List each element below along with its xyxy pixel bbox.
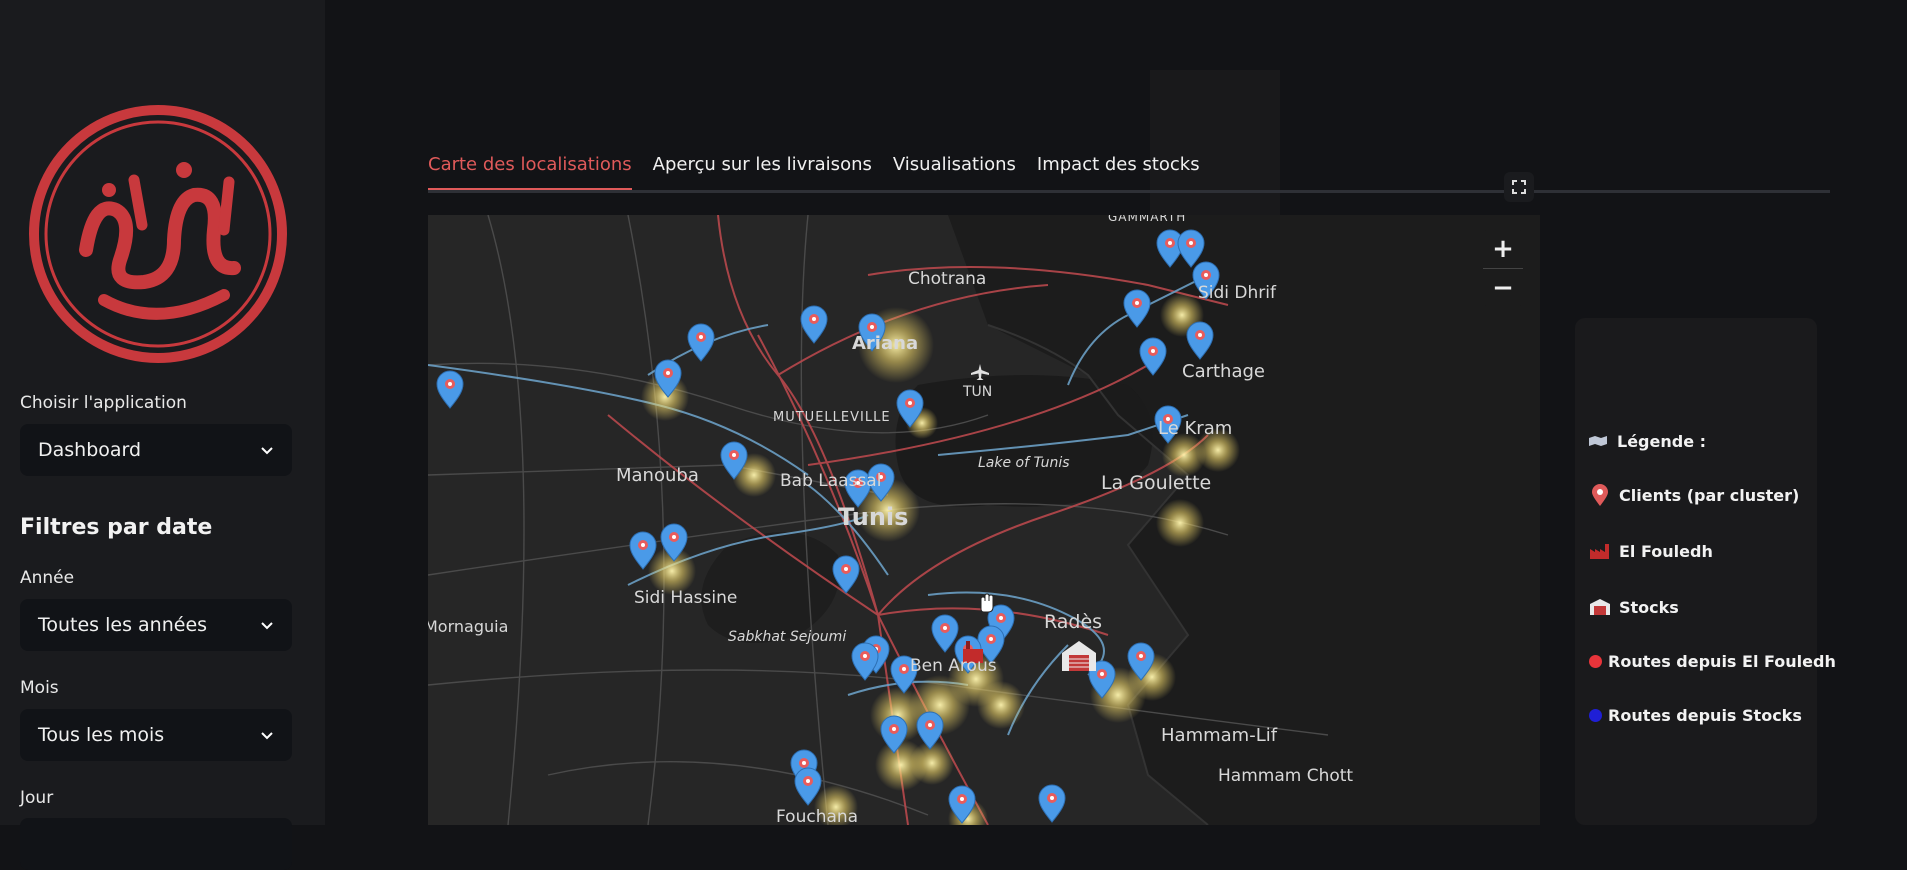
map-label-mornaguia: Mornaguia [428,617,508,636]
client-marker-icon [1589,484,1611,506]
map-label-ben-arous: Ben Arous [910,656,997,676]
map-label-hammam-lif: Hammam-Lif [1161,725,1278,746]
fullscreen-button[interactable] [1504,172,1534,202]
fullscreen-icon [1512,180,1526,194]
map-legend: Légende : Clients (par cluster) El Foule… [1575,318,1836,825]
tab-visualisations[interactable]: Visualisations [893,150,1016,194]
map-label-carthage: Carthage [1182,361,1265,382]
app-select-label: Choisir l'application [20,393,187,413]
month-select-value: Tous les mois [38,724,165,746]
map-label-kram: Le Kram [1158,418,1232,439]
tab-impact-stocks[interactable]: Impact des stocks [1037,150,1200,194]
day-select[interactable] [20,818,292,870]
map-label-manouba: Manouba [616,465,699,486]
legend-item-stocks: Stocks [1589,596,1679,618]
tab-carte-localisations[interactable]: Carte des localisations [428,150,632,194]
tab-apercu-livraisons[interactable]: Aperçu sur les livraisons [653,150,872,194]
map-label-bab-laassal: Bab Laassal [780,471,881,491]
chevron-down-icon [261,732,273,740]
zoom-out-button[interactable]: − [1483,269,1523,306]
legend-item-clients: Clients (par cluster) [1589,484,1799,506]
legend-label-el-fouledh: El Fouledh [1619,541,1713,561]
map-label-lake-of-tunis: Lake of Tunis [978,455,1070,471]
zoom-in-button[interactable]: + [1483,230,1523,269]
map-label-mutuelleville: MUTUELLEVILLE [773,410,891,425]
zoom-controls: + − [1483,230,1523,306]
legend-label-stocks: Stocks [1619,597,1679,617]
world-map-icon [1587,430,1609,452]
legend-item-el-fouledh: El Fouledh [1589,540,1713,562]
factory-icon [1589,540,1611,562]
map-label-hammam-chott: Hammam Chott [1218,766,1353,786]
legend-item-routes-fouledh: Routes depuis El Fouledh [1589,652,1836,671]
warehouse-icon [1589,596,1611,618]
tab-bar: Carte des localisations Aperçu sur les l… [428,150,1200,194]
el-fouledh-logo [29,105,287,363]
map-label-gammarth: GAMMARTH [1108,215,1186,224]
day-select-label: Jour [20,788,54,808]
year-select[interactable]: Toutes les années [20,599,292,651]
legend-label-routes-fouledh: Routes depuis El Fouledh [1608,652,1836,671]
map-label-chotrana: Chotrana [908,269,986,289]
legend-label-clients: Clients (par cluster) [1619,485,1800,505]
sidebar: Choisir l'application Dashboard Filtres … [0,0,325,870]
red-route-dot [1589,655,1602,668]
blue-route-dot [1589,709,1602,722]
month-select[interactable]: Tous les mois [20,709,292,761]
map-label-tun: TUN [962,384,992,400]
map-label-la-goulette: La Goulette [1101,472,1211,494]
legend-title: Légende : [1587,430,1706,452]
year-select-value: Toutes les années [38,614,208,636]
map-label-tunis: Tunis [838,503,908,531]
chevron-down-icon [261,447,273,455]
hand-cursor-icon [980,593,994,613]
map-label-ariana: Ariana [852,333,918,354]
tab-underline-track [428,190,1830,193]
filters-heading: Filtres par date [20,515,213,540]
map-label-sidi-dhrif: Sidi Dhrif [1198,283,1277,303]
legend-item-routes-stocks: Routes depuis Stocks [1589,706,1802,725]
app-select[interactable]: Dashboard [20,424,292,476]
legend-label-routes-stocks: Routes depuis Stocks [1608,706,1802,725]
app-select-value: Dashboard [38,439,142,461]
map-label-sabkhat-sejoumi: Sabkhat Sejoumi [728,629,846,645]
year-select-label: Année [20,568,75,588]
map-label-sidi-hassine: Sidi Hassine [634,588,737,608]
map-label-rades: Radès [1044,611,1102,633]
map[interactable]: GAMMARTH Chotrana Sidi Dhrif Ariana Cart… [428,215,1540,825]
map-label-fouchana: Fouchana [776,807,858,825]
map-canvas[interactable]: GAMMARTH Chotrana Sidi Dhrif Ariana Cart… [428,215,1540,825]
legend-title-text: Légende : [1617,431,1707,451]
month-select-label: Mois [20,678,59,698]
chevron-down-icon [261,622,273,630]
